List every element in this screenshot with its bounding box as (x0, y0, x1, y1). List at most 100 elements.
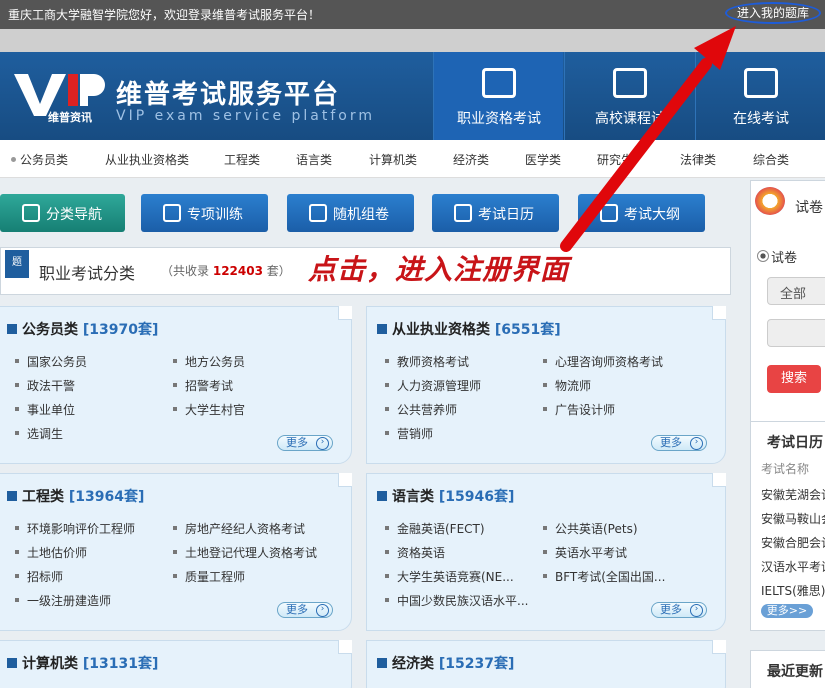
category-law[interactable]: 法律类 (680, 151, 716, 168)
list-item[interactable]: 安徽马鞍山会 (761, 510, 825, 527)
list-item[interactable]: 招标师 (14, 568, 63, 585)
nav-tab-professional-exam[interactable]: 职业资格考试 (433, 52, 563, 140)
tab-label: 考试大纲 (624, 207, 680, 223)
card-title[interactable]: 从业执业资格类 [6551套] (377, 319, 561, 339)
list-item[interactable]: 公共英语(Pets) (543, 520, 638, 537)
list-item[interactable]: 大学生村官 (172, 401, 245, 418)
category-medical[interactable]: 医学类 (525, 151, 561, 168)
list-item[interactable]: 选调生 (14, 425, 63, 442)
nav-tab-label: 高校课程试 (595, 111, 665, 127)
card-title-text: 计算机类 (22, 656, 78, 672)
tab-special-training[interactable]: 专项训练 (141, 194, 268, 232)
list-item[interactable]: 土地登记代理人资格考试 (172, 544, 317, 561)
function-tabs: 分类导航 专项训练 随机组卷 考试日历 考试大纲 (0, 186, 737, 236)
category-icon (22, 204, 40, 222)
search-button[interactable]: 搜索 (767, 365, 821, 393)
list-item[interactable]: 心理咨询师资格考试 (542, 353, 663, 370)
category-select[interactable]: 全部 (767, 277, 825, 305)
more-button[interactable]: 更多 (651, 602, 707, 618)
list-item[interactable]: 营销师 (384, 425, 433, 442)
category-graduate[interactable]: 研究生 (597, 151, 633, 168)
list-item[interactable]: 广告设计师 (542, 401, 615, 418)
tab-random-paper[interactable]: 随机组卷 (287, 194, 414, 232)
list-item[interactable]: 公共营养师 (384, 401, 457, 418)
card-title[interactable]: 经济类 [15237套] (377, 653, 514, 673)
list-item[interactable]: IELTS(雅思) (761, 582, 825, 599)
card-title-text: 从业执业资格类 (392, 322, 490, 338)
card-count: [13964套] (68, 489, 145, 505)
list-item[interactable]: 大学生英语竞赛(NE... (385, 568, 514, 585)
site-header: 维普资讯 维普考试服务平台 VIP exam service platform … (0, 52, 825, 140)
list-item[interactable]: 地方公务员 (172, 353, 245, 370)
site-subtitle: VIP exam service platform (116, 108, 376, 124)
category-economics[interactable]: 经济类 (453, 151, 489, 168)
list-item[interactable]: 物流师 (542, 377, 591, 394)
outline-icon (600, 204, 618, 222)
card-title[interactable]: 工程类 [13964套] (7, 486, 144, 506)
tab-exam-calendar[interactable]: 考试日历 (432, 194, 559, 232)
more-button[interactable]: 更多 (277, 435, 333, 451)
calendar-icon (454, 204, 472, 222)
card-corner (712, 306, 726, 320)
list-item[interactable]: 环境影响评价工程师 (14, 520, 135, 537)
list-item[interactable]: BFT考试(全国出国... (542, 568, 665, 585)
list-item[interactable]: 中国少数民族汉语水平... (384, 592, 528, 609)
card-count: [15237套] (438, 656, 515, 672)
card-corner (712, 640, 726, 654)
list-item[interactable]: 国家公务员 (14, 353, 87, 370)
square-icon (377, 491, 387, 501)
card-title[interactable]: 语言类 [15946套] (377, 486, 514, 506)
list-item[interactable]: 政法干警 (14, 377, 75, 394)
list-item[interactable]: 房地产经纪人资格考试 (172, 520, 305, 537)
list-item[interactable]: 招警考试 (172, 377, 233, 394)
more-button[interactable]: 更多 (651, 435, 707, 451)
list-item[interactable]: 安徽合肥会计 (761, 534, 825, 551)
list-item[interactable]: 金融英语(FECT) (385, 520, 485, 537)
category-computer[interactable]: 计算机类 (369, 151, 417, 168)
bullet-icon (11, 157, 16, 162)
count-value: 122403 (212, 264, 263, 278)
list-item[interactable]: 人力资源管理师 (384, 377, 481, 394)
square-icon (7, 491, 17, 501)
list-item[interactable]: 资格英语 (384, 544, 445, 561)
square-icon (7, 324, 17, 334)
card-title[interactable]: 计算机类 [13131套] (7, 653, 158, 673)
timer-icon (163, 204, 181, 222)
tab-exam-outline[interactable]: 考试大纲 (578, 194, 705, 232)
list-item[interactable]: 英语水平考试 (542, 544, 627, 561)
category-card-computer: 计算机类 [13131套] (0, 640, 352, 688)
list-item[interactable]: 汉语水平考试 (761, 558, 825, 575)
category-general[interactable]: 综合类 (753, 151, 789, 168)
list-item[interactable]: 安徽芜湖会计 (761, 486, 825, 503)
recent-updates-panel: 最近更新 (750, 650, 825, 688)
top-spacer (0, 29, 825, 52)
panel-title: 试卷 (795, 200, 823, 216)
panel-title: 考试日历 (767, 435, 823, 451)
list-item[interactable]: 土地估价师 (14, 544, 87, 561)
paper-search-panel: 试卷 试卷 全部 搜索 (750, 180, 825, 422)
card-title[interactable]: 公务员类 [13970套] (7, 319, 158, 339)
list-item[interactable]: 事业单位 (14, 401, 75, 418)
count-prefix: （共收录 (161, 264, 210, 278)
nav-tab-label: 职业资格考试 (457, 111, 541, 127)
list-item[interactable]: 教师资格考试 (384, 353, 469, 370)
square-icon (7, 658, 17, 668)
radio-paper[interactable]: 试卷 (756, 247, 797, 266)
tab-label: 专项训练 (187, 207, 243, 223)
more-button[interactable]: 更多>> (761, 604, 813, 618)
list-item[interactable]: 一级注册建造师 (14, 592, 111, 609)
keyword-input[interactable] (767, 319, 825, 347)
section-badge: 题 (5, 250, 29, 278)
card-title-text: 语言类 (392, 489, 434, 505)
category-language[interactable]: 语言类 (296, 151, 332, 168)
enter-my-question-bank-link[interactable]: 进入我的题库 (725, 2, 821, 24)
more-button[interactable]: 更多 (277, 602, 333, 618)
tab-category-nav[interactable]: 分类导航 (0, 194, 125, 232)
nav-tab-college-course[interactable]: 高校课程试 (564, 52, 694, 140)
category-engineering[interactable]: 工程类 (224, 151, 260, 168)
list-item[interactable]: 质量工程师 (172, 568, 245, 585)
category-qualification[interactable]: 从业执业资格类 (105, 151, 189, 168)
nav-tab-online-exam[interactable]: 在线考试 (695, 52, 825, 140)
category-card-language: 语言类 [15946套] 金融英语(FECT) 公共英语(Pets) 资格英语 … (366, 473, 726, 631)
category-civil-servant[interactable]: 公务员类 (20, 151, 68, 168)
